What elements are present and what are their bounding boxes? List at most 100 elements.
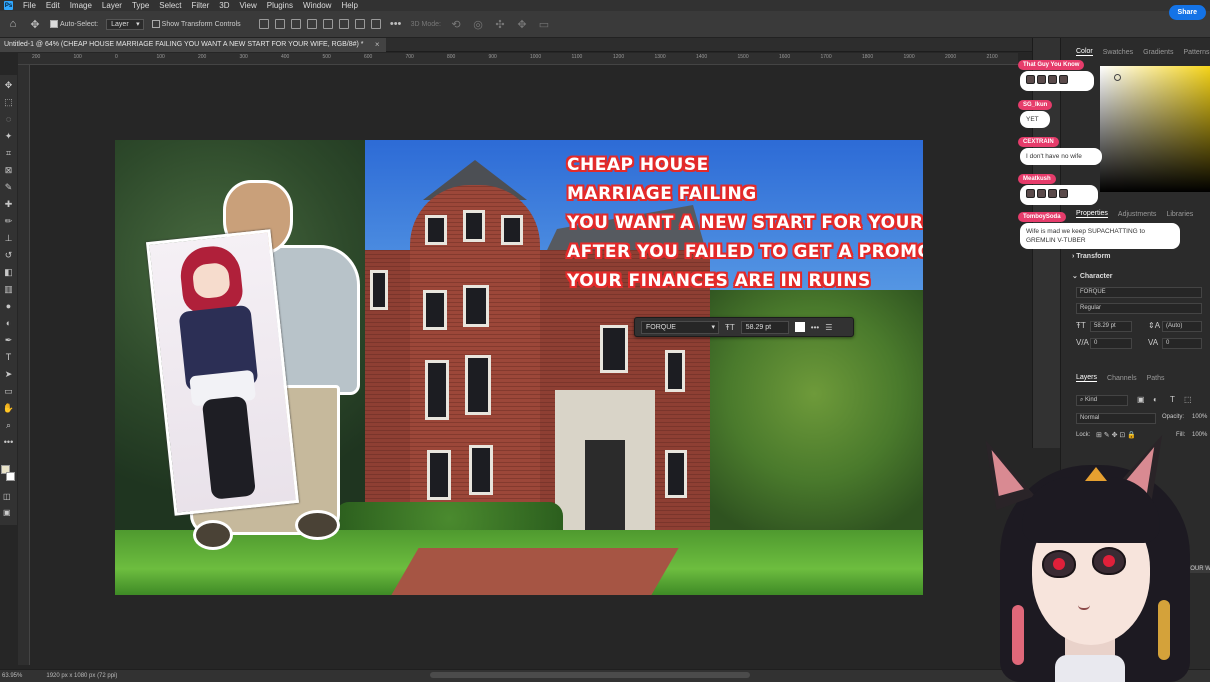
filter-type-icon[interactable]: T	[1170, 395, 1175, 404]
distribute-vertical-icon[interactable]	[370, 19, 381, 29]
character-section-header[interactable]: ⌄ Character	[1072, 272, 1113, 280]
eyedropper-tool-icon[interactable]: ✎	[3, 180, 15, 194]
menu-file[interactable]: File	[23, 1, 36, 10]
context-font-dropdown[interactable]: FORQUE	[641, 320, 719, 334]
menu-plugins[interactable]: Plugins	[267, 1, 293, 10]
ruler-tick-label: 1200	[613, 54, 625, 60]
quick-mask-icon[interactable]: ◫	[3, 492, 11, 501]
context-more-icon[interactable]: •••	[811, 323, 819, 332]
crop-tool-icon[interactable]: ⌗	[3, 146, 15, 160]
align-middle-icon[interactable]	[338, 19, 349, 29]
align-buttons	[258, 19, 381, 29]
close-tab-icon[interactable]: ×	[375, 40, 380, 49]
tab-paths[interactable]: Paths	[1147, 375, 1165, 382]
tab-layers[interactable]: Layers	[1076, 374, 1098, 382]
filter-pixel-icon[interactable]: ▣	[1137, 395, 1145, 404]
align-left-icon[interactable]	[258, 19, 269, 29]
hand-tool-icon[interactable]: ✋	[3, 401, 15, 415]
font-size-field[interactable]: 58.29 pt	[1090, 321, 1132, 332]
opacity-value[interactable]: 100%	[1192, 414, 1207, 420]
3d-slide-icon[interactable]: ✥	[515, 17, 529, 31]
history-brush-tool-icon[interactable]: ↺	[3, 248, 15, 262]
emote-icon	[1037, 75, 1046, 84]
move-tool-icon[interactable]: ✥	[3, 78, 15, 92]
photoshop-logo-icon[interactable]: Ps	[4, 1, 13, 10]
auto-select-target-dropdown[interactable]: Layer	[106, 18, 144, 30]
ruler-tick-label: 1800	[862, 54, 874, 60]
chat-text: I don't have no wife	[1020, 148, 1102, 165]
gradient-tool-icon[interactable]: ▥	[3, 282, 15, 296]
auto-select-checkbox[interactable]: Auto-Select:	[50, 20, 98, 28]
dodge-tool-icon[interactable]: ◐	[3, 316, 15, 330]
align-center-icon[interactable]	[274, 19, 285, 29]
tab-color[interactable]: Color	[1076, 48, 1093, 56]
clone-stamp-tool-icon[interactable]: ⊥	[3, 231, 15, 245]
screen-mode-icon[interactable]: ▣	[3, 508, 11, 517]
context-text-color-swatch[interactable]	[794, 322, 805, 332]
menu-image[interactable]: Image	[70, 1, 92, 10]
path-selection-tool-icon[interactable]: ➤	[3, 367, 15, 381]
3d-roll-icon[interactable]: ◎	[471, 17, 485, 31]
background-color-swatch[interactable]	[6, 472, 15, 481]
eraser-tool-icon[interactable]: ◧	[3, 265, 15, 279]
menu-view[interactable]: View	[240, 1, 257, 10]
share-button[interactable]: Share	[1168, 5, 1206, 20]
menu-select[interactable]: Select	[159, 1, 181, 10]
marquee-tool-icon[interactable]: ⬚	[3, 95, 15, 109]
align-right-icon[interactable]	[290, 19, 301, 29]
rectangle-tool-icon[interactable]: ▭	[3, 384, 15, 398]
menu-window[interactable]: Window	[303, 1, 331, 10]
tab-gradients[interactable]: Gradients	[1143, 49, 1173, 56]
headline-text-layer[interactable]: CHEAP HOUSE MARRIAGE FAILING YOU WANT A …	[567, 152, 923, 295]
menu-layer[interactable]: Layer	[102, 1, 122, 10]
color-swatches[interactable]	[1, 465, 15, 483]
align-bottom-icon[interactable]	[354, 19, 365, 29]
home-icon[interactable]: ⌂	[6, 17, 20, 31]
layer-filter-kind-dropdown[interactable]: ⌕ Kind	[1076, 395, 1128, 406]
healing-brush-tool-icon[interactable]: ✚	[3, 197, 15, 211]
menu-filter[interactable]: Filter	[192, 1, 210, 10]
context-font-size-field[interactable]: 58.29 pt	[740, 320, 789, 334]
blur-tool-icon[interactable]: ●	[3, 299, 15, 313]
magic-wand-tool-icon[interactable]: ✦	[3, 129, 15, 143]
frame-tool-icon[interactable]: ⊠	[3, 163, 15, 177]
document-canvas[interactable]: CHEAP HOUSE MARRIAGE FAILING YOU WANT A …	[115, 140, 923, 595]
menu-edit[interactable]: Edit	[46, 1, 60, 10]
color-panel-tabs: Color Swatches Gradients Patterns	[1076, 46, 1210, 58]
menu-type[interactable]: Type	[132, 1, 149, 10]
document-tab[interactable]: Untitled-1 @ 64% (CHEAP HOUSE MARRIAGE F…	[0, 38, 386, 52]
context-settings-icon[interactable]: ☰	[825, 323, 832, 332]
font-style-dropdown[interactable]: Regular	[1076, 303, 1202, 314]
kerning-field[interactable]: 0	[1090, 338, 1132, 349]
tracking-field[interactable]: 0	[1162, 338, 1202, 349]
distribute-icon[interactable]	[306, 19, 317, 29]
3d-scale-icon[interactable]: ▭	[537, 17, 551, 31]
lasso-tool-icon[interactable]: ◌	[3, 112, 15, 126]
move-tool-icon[interactable]: ✥	[28, 17, 42, 31]
font-family-dropdown[interactable]: FORQUE	[1076, 287, 1202, 298]
edit-toolbar-icon[interactable]: •••	[3, 435, 15, 449]
blend-mode-dropdown[interactable]: Normal	[1076, 413, 1156, 424]
horizontal-scrollbar[interactable]	[430, 672, 750, 678]
brush-tool-icon[interactable]: ✏	[3, 214, 15, 228]
pen-tool-icon[interactable]: ✒	[3, 333, 15, 347]
leading-field[interactable]: (Auto)	[1162, 321, 1202, 332]
tab-channels[interactable]: Channels	[1107, 375, 1137, 382]
document-size[interactable]: 1920 px x 1080 px (72 ppi)	[46, 673, 117, 679]
filter-adjustment-icon[interactable]: ◐	[1153, 395, 1158, 404]
filter-shape-icon[interactable]: ⬚	[1184, 395, 1192, 404]
tab-swatches[interactable]: Swatches	[1103, 49, 1133, 56]
menu-help[interactable]: Help	[341, 1, 357, 10]
menu-bar: Ps File Edit Image Layer Type Select Fil…	[0, 0, 1210, 11]
menu-3d[interactable]: 3D	[219, 1, 229, 10]
tab-patterns[interactable]: Patterns	[1183, 49, 1209, 56]
type-tool-icon[interactable]: T	[3, 350, 15, 364]
3d-orbit-icon[interactable]: ⟲	[449, 17, 463, 31]
3d-pan-icon[interactable]: ✣	[493, 17, 507, 31]
zoom-tool-icon[interactable]: ⌕	[3, 418, 15, 432]
align-top-icon[interactable]	[322, 19, 333, 29]
emote-icon	[1037, 189, 1046, 198]
zoom-level[interactable]: 63.95%	[2, 673, 22, 679]
more-options-icon[interactable]: •••	[389, 17, 403, 31]
show-transform-controls-checkbox[interactable]: Show Transform Controls	[151, 20, 241, 28]
